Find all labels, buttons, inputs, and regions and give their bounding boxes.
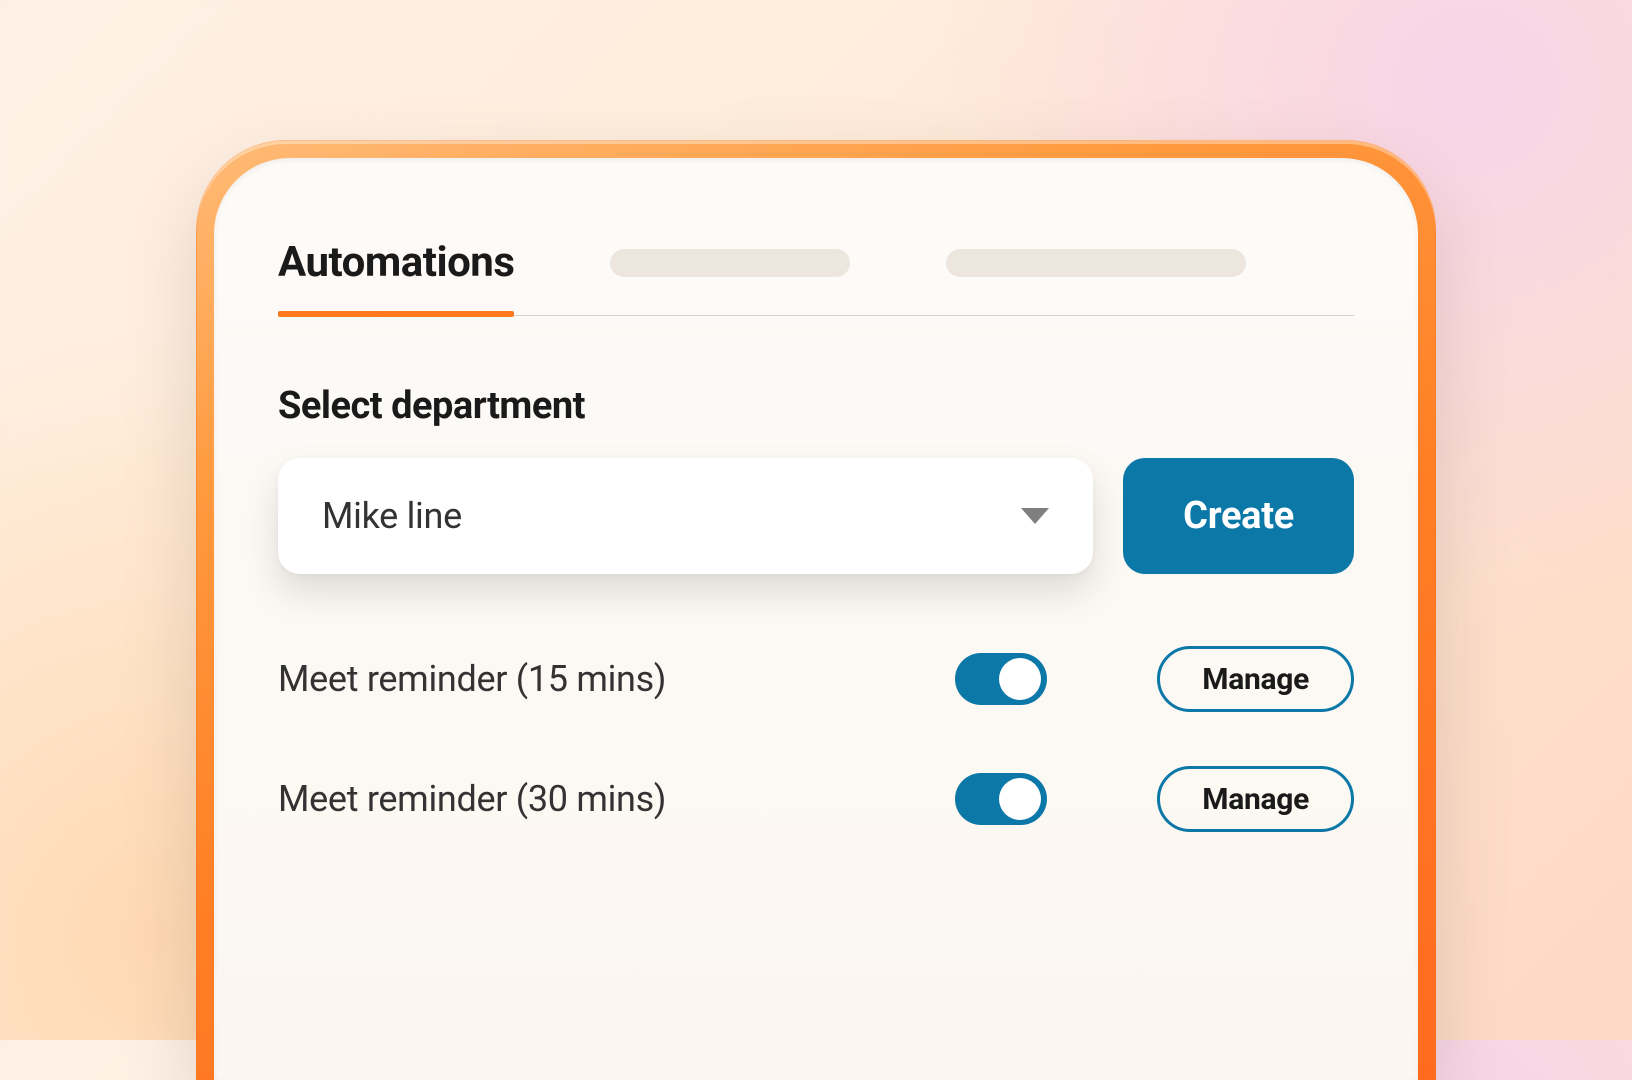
automation-label: Meet reminder (15 mins): [278, 658, 955, 700]
chevron-down-icon: [1021, 508, 1049, 524]
manage-button[interactable]: Manage: [1157, 766, 1354, 832]
tab-bar: Automations: [278, 238, 1354, 316]
manage-button[interactable]: Manage: [1157, 646, 1354, 712]
create-button[interactable]: Create: [1123, 458, 1354, 574]
tab-placeholder-1: [610, 249, 850, 277]
automation-toggle[interactable]: [955, 653, 1047, 705]
automation-label: Meet reminder (30 mins): [278, 778, 955, 820]
screen: Automations Select department Mike line …: [214, 158, 1418, 1080]
device-frame: Automations Select department Mike line …: [196, 140, 1436, 1080]
tab-automations[interactable]: Automations: [278, 238, 514, 287]
department-selected-value: Mike line: [322, 495, 462, 537]
automation-toggle[interactable]: [955, 773, 1047, 825]
tab-placeholder-2: [946, 249, 1246, 277]
department-section-label: Select department: [278, 384, 1354, 428]
automation-item: Meet reminder (30 mins) Manage: [278, 766, 1354, 832]
automation-item: Meet reminder (15 mins) Manage: [278, 646, 1354, 712]
department-dropdown[interactable]: Mike line: [278, 458, 1093, 574]
automation-list: Meet reminder (15 mins) Manage Meet remi…: [278, 646, 1354, 832]
